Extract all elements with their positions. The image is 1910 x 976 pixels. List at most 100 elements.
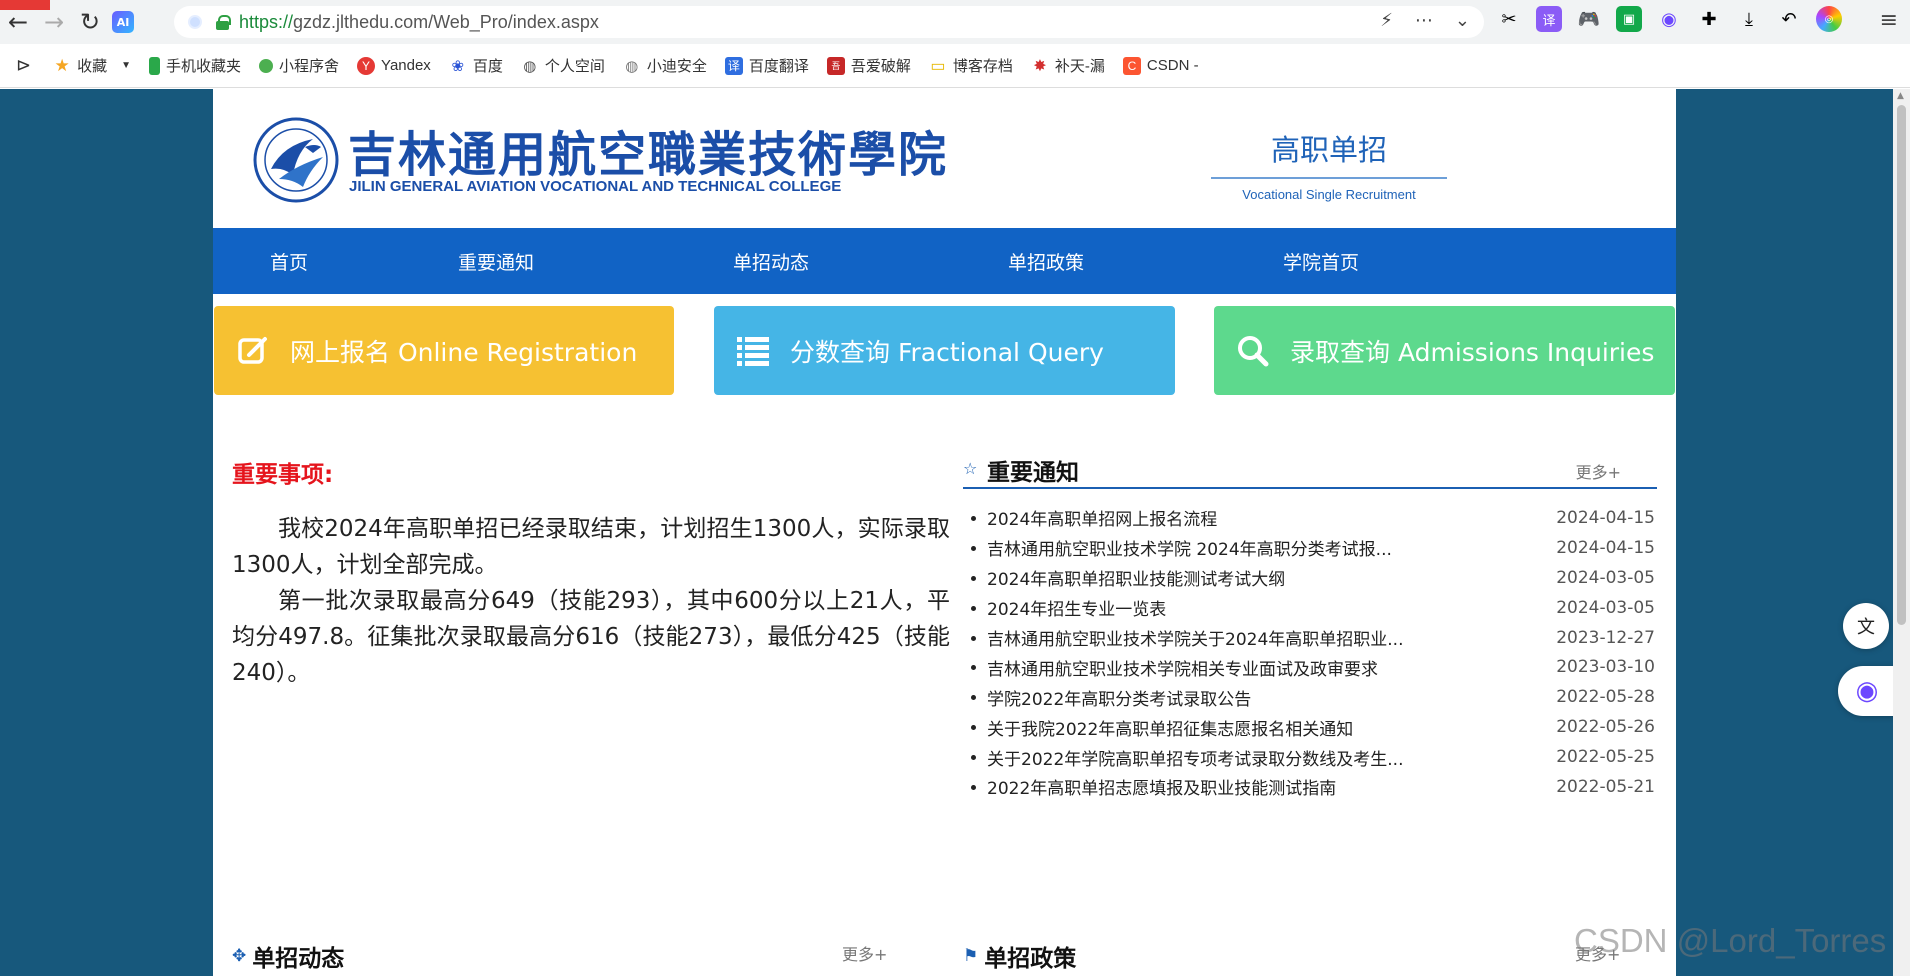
bookmark-item[interactable]: 译百度翻译: [724, 55, 809, 76]
policy-section-header: ⚑ 单招政策: [963, 939, 1076, 973]
scissors-icon[interactable]: ✂: [1496, 6, 1522, 32]
lightning-icon[interactable]: ⚡: [1380, 10, 1393, 31]
assistant-float-icon[interactable]: ◉: [1838, 666, 1893, 716]
bookmark-item[interactable]: 吾吾爱破解: [826, 55, 911, 76]
globe-icon: ◍: [523, 57, 537, 75]
bookmark-item[interactable]: Y Yandex: [357, 56, 431, 75]
list-item[interactable]: 吉林通用航空职业技术学院关于2024年高职单招职业... 2023-12-27: [963, 623, 1657, 653]
bookmark-item[interactable]: ❀ 百度: [449, 55, 503, 76]
list-item[interactable]: 吉林通用航空职业技术学院 2024年高职分类考试报... 2024-04-15: [963, 533, 1657, 563]
translate-float-icon[interactable]: 文: [1843, 603, 1889, 649]
scroll-up-icon[interactable]: ▲: [1897, 91, 1904, 101]
important-notice-body: 我校2024年高职单招已经录取结束，计划招生1300人，实际录取1300人，计划…: [232, 511, 950, 691]
search-icon: [1236, 334, 1270, 368]
assistant-ext-icon[interactable]: ◉: [1656, 6, 1682, 32]
globe-icon: ◍: [625, 57, 639, 75]
scroll-thumb[interactable]: [1897, 105, 1906, 625]
list-item[interactable]: 2024年招生专业一览表 2024-03-05: [963, 593, 1657, 623]
url-text[interactable]: https://gzdz.jlthedu.com/Web_Pro/index.a…: [239, 12, 599, 33]
ai-assistant-icon[interactable]: AI: [112, 11, 134, 33]
hamburger-menu-icon[interactable]: ≡: [1880, 8, 1898, 33]
list-item[interactable]: 关于我院2022年高职单招征集志愿报名相关通知 2022-05-26: [963, 712, 1657, 742]
site-header: 吉林通用航空職業技術學院 JILIN GENERAL AVIATION VOCA…: [213, 89, 1676, 228]
sidebar-toggle-icon[interactable]: ⊳: [16, 55, 31, 76]
notices-more-link[interactable]: 更多+: [1576, 459, 1621, 483]
recruit-title-en: Vocational Single Recruitment: [1242, 187, 1416, 202]
recruit-title-cn: 高职单招: [1211, 127, 1447, 179]
score-query-button[interactable]: 分数查询 Fractional Query: [714, 306, 1175, 395]
dynamics-section-title: 单招动态: [252, 946, 345, 972]
nav-college-home[interactable]: 学院首页: [1283, 248, 1359, 275]
bookmark-favorites[interactable]: ★ 收藏 ▼: [53, 55, 131, 76]
compass-icon: ✥: [232, 946, 247, 966]
chevron-down-icon[interactable]: ⌄: [1455, 10, 1470, 31]
reader-ext-icon[interactable]: ▣: [1616, 6, 1642, 32]
bookmark-item[interactable]: ✸ 补天-漏: [1031, 55, 1105, 76]
notice-paragraph: 第一批次录取最高分649（技能293），其中600分以上21人，平均分497.8…: [232, 588, 950, 686]
nav-policy[interactable]: 单招政策: [1008, 248, 1084, 275]
school-name-en: JILIN GENERAL AVIATION VOCATIONAL AND TE…: [349, 178, 842, 195]
more-dots-icon[interactable]: ⋯: [1415, 10, 1433, 31]
bookmark-item[interactable]: 小程序舍: [259, 55, 339, 76]
list-item[interactable]: 2024年高职单招职业技能测试考试大纲 2024-03-05: [963, 563, 1657, 593]
list-icon: [736, 334, 770, 368]
notices-list: 2024年高职单招网上报名流程 2024-04-15 吉林通用航空职业技术学院 2…: [963, 503, 1657, 802]
undo-icon[interactable]: ↶: [1776, 6, 1802, 32]
edit-icon: [236, 334, 270, 368]
nav-notices[interactable]: 重要通知: [458, 248, 534, 275]
flag-icon: ⚑: [963, 946, 979, 966]
list-item[interactable]: 吉林通用航空职业技术学院相关专业面试及政审要求 2023-03-10: [963, 652, 1657, 682]
translate-ext-icon[interactable]: 译: [1536, 6, 1562, 32]
page-scrollbar[interactable]: ▲: [1893, 89, 1910, 976]
dynamics-section-header: ✥ 单招动态: [232, 939, 344, 973]
site-info-icon[interactable]: [188, 15, 202, 29]
download-icon[interactable]: ⤓: [1736, 6, 1762, 32]
page-background: 吉林通用航空職業技術學院 JILIN GENERAL AVIATION VOCA…: [0, 89, 1893, 976]
nav-dynamics[interactable]: 单招动态: [733, 248, 809, 275]
yandex-icon: Y: [357, 56, 376, 75]
list-item[interactable]: 2022年高职单招志愿填报及职业技能测试指南 2022-05-21: [963, 772, 1657, 802]
bookmark-item[interactable]: C CSDN -: [1122, 56, 1199, 75]
52pojie-icon: 吾: [826, 56, 845, 75]
college-logo-icon: [253, 117, 339, 203]
notices-section-title: 重要通知: [987, 460, 1079, 486]
phone-icon: [149, 56, 161, 75]
admission-query-button[interactable]: 录取查询 Admissions Inquiries: [1214, 306, 1675, 395]
bookmark-item[interactable]: ▭ 博客存档: [929, 55, 1013, 76]
game-icon[interactable]: 🎮: [1576, 6, 1602, 32]
bookmarks-bar: ⊳ ★ 收藏 ▼ 手机收藏夹 小程序舍 Y Yandex ❀ 百度 ◍ 个人空间 ◍ 小迪安…: [0, 44, 1910, 88]
dynamics-more-link[interactable]: 更多+: [842, 941, 887, 965]
important-notice-title: 重要事项:: [232, 462, 334, 488]
main-nav: 首页 重要通知 单招动态 单招政策 学院首页: [213, 228, 1676, 294]
browser-toolbar: ← → ↻ AI https://gzdz.jlthedu.com/Web_Pr…: [0, 0, 1910, 44]
address-bar[interactable]: https://gzdz.jlthedu.com/Web_Pro/index.a…: [174, 6, 1484, 38]
profile-avatar-icon[interactable]: ◎: [1816, 6, 1842, 32]
reload-icon[interactable]: ↻: [72, 4, 108, 40]
notice-paragraph: 我校2024年高职单招已经录取结束，计划招生1300人，实际录取1300人，计划…: [232, 516, 950, 578]
lock-icon[interactable]: [216, 14, 231, 30]
bookmark-item[interactable]: 手机收藏夹: [149, 55, 241, 76]
star-icon: ★: [54, 55, 70, 75]
translate-icon: 译: [724, 56, 743, 75]
bookmark-item[interactable]: ◍ 小迪安全: [623, 55, 707, 76]
folder-icon: ▭: [930, 57, 946, 75]
list-item[interactable]: 关于2022年学院高职单招专项考试录取分数线及考生... 2022-05-25: [963, 742, 1657, 772]
list-item[interactable]: 学院2022年高职分类考试录取公告 2022-05-28: [963, 682, 1657, 712]
notification-tag: [0, 0, 50, 10]
online-registration-button[interactable]: 网上报名 Online Registration: [214, 306, 674, 395]
csdn-watermark: CSDN @Lord_Torres: [1574, 922, 1887, 959]
bookmark-item[interactable]: ◍ 个人空间: [521, 55, 605, 76]
butian-icon: ✸: [1033, 57, 1047, 75]
baidu-icon: ❀: [451, 57, 465, 75]
notices-section-header: ☆ 重要通知 更多+: [963, 453, 1657, 489]
miniapp-icon: [259, 58, 274, 73]
dropdown-arrow-icon[interactable]: ▼: [121, 60, 131, 71]
policy-section-title: 单招政策: [984, 946, 1077, 972]
main-container: 吉林通用航空職業技術學院 JILIN GENERAL AVIATION VOCA…: [213, 89, 1676, 976]
nav-home[interactable]: 首页: [270, 248, 308, 275]
csdn-icon: C: [1122, 56, 1141, 75]
star-outline-icon: ☆: [963, 459, 978, 478]
recruit-banner: 高职单招 Vocational Single Recruitment: [1211, 127, 1447, 202]
list-item[interactable]: 2024年高职单招网上报名流程 2024-04-15: [963, 503, 1657, 533]
extensions-puzzle-icon[interactable]: ✚: [1696, 6, 1722, 32]
